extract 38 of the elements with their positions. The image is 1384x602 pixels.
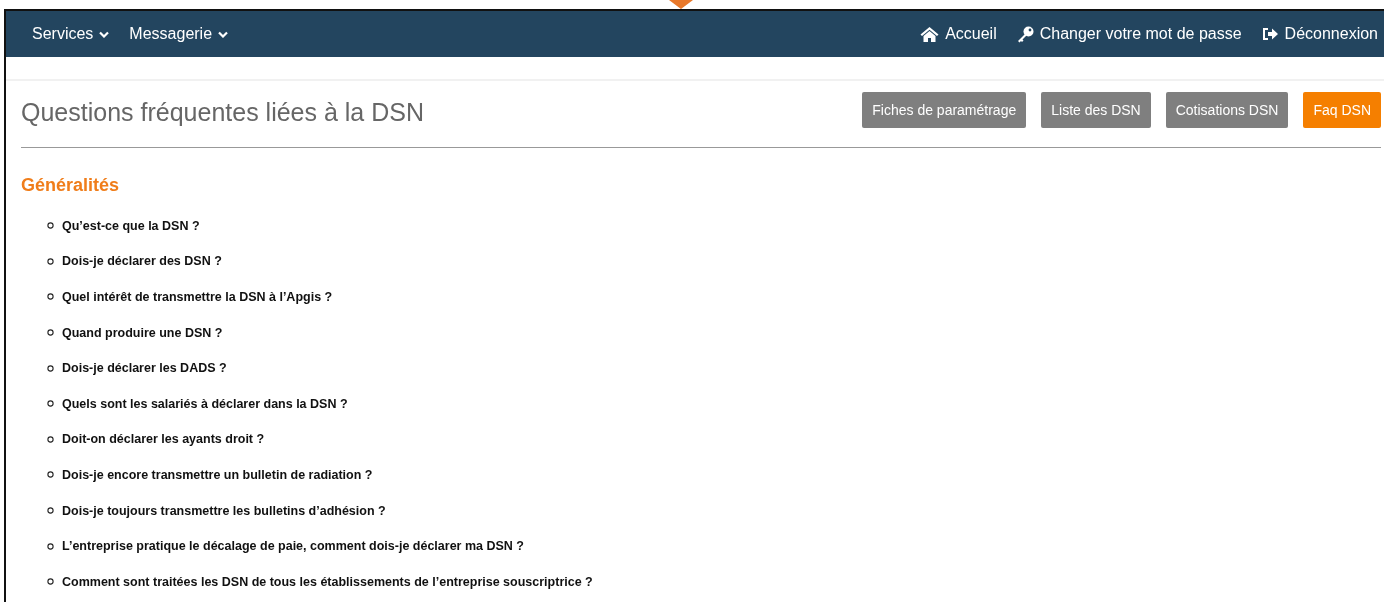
- menu-dropdown[interactable]: Messagerie: [129, 25, 229, 43]
- tab-button[interactable]: Fiches de paramétrage: [862, 91, 1027, 128]
- tab-button[interactable]: Cotisations DSN: [1165, 91, 1289, 128]
- question-link[interactable]: L’entreprise pratique le décalage de paie, comment dois-je déclarer ma DSN ?: [62, 539, 524, 554]
- question-link[interactable]: Dois-je toujours transmettre les bulletins d’adhésion ?: [62, 503, 386, 518]
- key-icon: [1016, 25, 1034, 43]
- bullet-icon: [47, 222, 54, 230]
- bullet-icon: [47, 471, 54, 479]
- tab-button[interactable]: Liste des DSN: [1041, 91, 1151, 128]
- bullet-icon: [47, 507, 54, 515]
- nav-link[interactable]: Changer votre mot de passe: [1016, 25, 1242, 43]
- question-link[interactable]: Dois-je encore transmettre un bulletin de radiation ?: [62, 467, 373, 482]
- bullet-icon: [47, 400, 54, 408]
- bullet-icon: [47, 257, 54, 265]
- menu-dropdown[interactable]: Services: [32, 25, 110, 43]
- question-link[interactable]: Quand produire une DSN ?: [62, 325, 223, 340]
- bullet-icon: [47, 364, 54, 372]
- pointer-icon: [669, 0, 693, 9]
- section-heading: Généralités: [21, 175, 121, 196]
- caret-icon: [218, 30, 229, 38]
- page-title: Questions fréquentes liées à la DSN: [21, 97, 424, 127]
- nav-link[interactable]: Accueil: [920, 25, 997, 43]
- question-link[interactable]: Quels sont les salariés à déclarer dans la DSN ?: [62, 396, 348, 411]
- bullet-icon: [47, 542, 54, 550]
- question-link[interactable]: Dois-je déclarer les DADS ?: [62, 361, 227, 376]
- question-link[interactable]: Comment sont traitées les DSN de tous les établissements de l’entreprise souscriptrice ?: [62, 574, 593, 589]
- logout-icon: [1261, 27, 1279, 41]
- nav-link[interactable]: Déconnexion: [1261, 25, 1378, 43]
- bullet-icon: [47, 435, 54, 443]
- question-link[interactable]: Qu’est-ce que la DSN ?: [62, 218, 200, 233]
- bullet-icon: [47, 329, 54, 337]
- bullet-icon: [47, 578, 54, 586]
- question-link[interactable]: Quel intérêt de transmettre la DSN à l’Apgis ?: [62, 290, 333, 304]
- question-link[interactable]: Doit-on déclarer les ayants droit ?: [62, 432, 265, 447]
- caret-icon: [99, 30, 110, 38]
- bullet-icon: [47, 293, 54, 301]
- home-icon: [920, 26, 940, 42]
- question-link[interactable]: Dois-je déclarer des DSN ?: [62, 254, 222, 269]
